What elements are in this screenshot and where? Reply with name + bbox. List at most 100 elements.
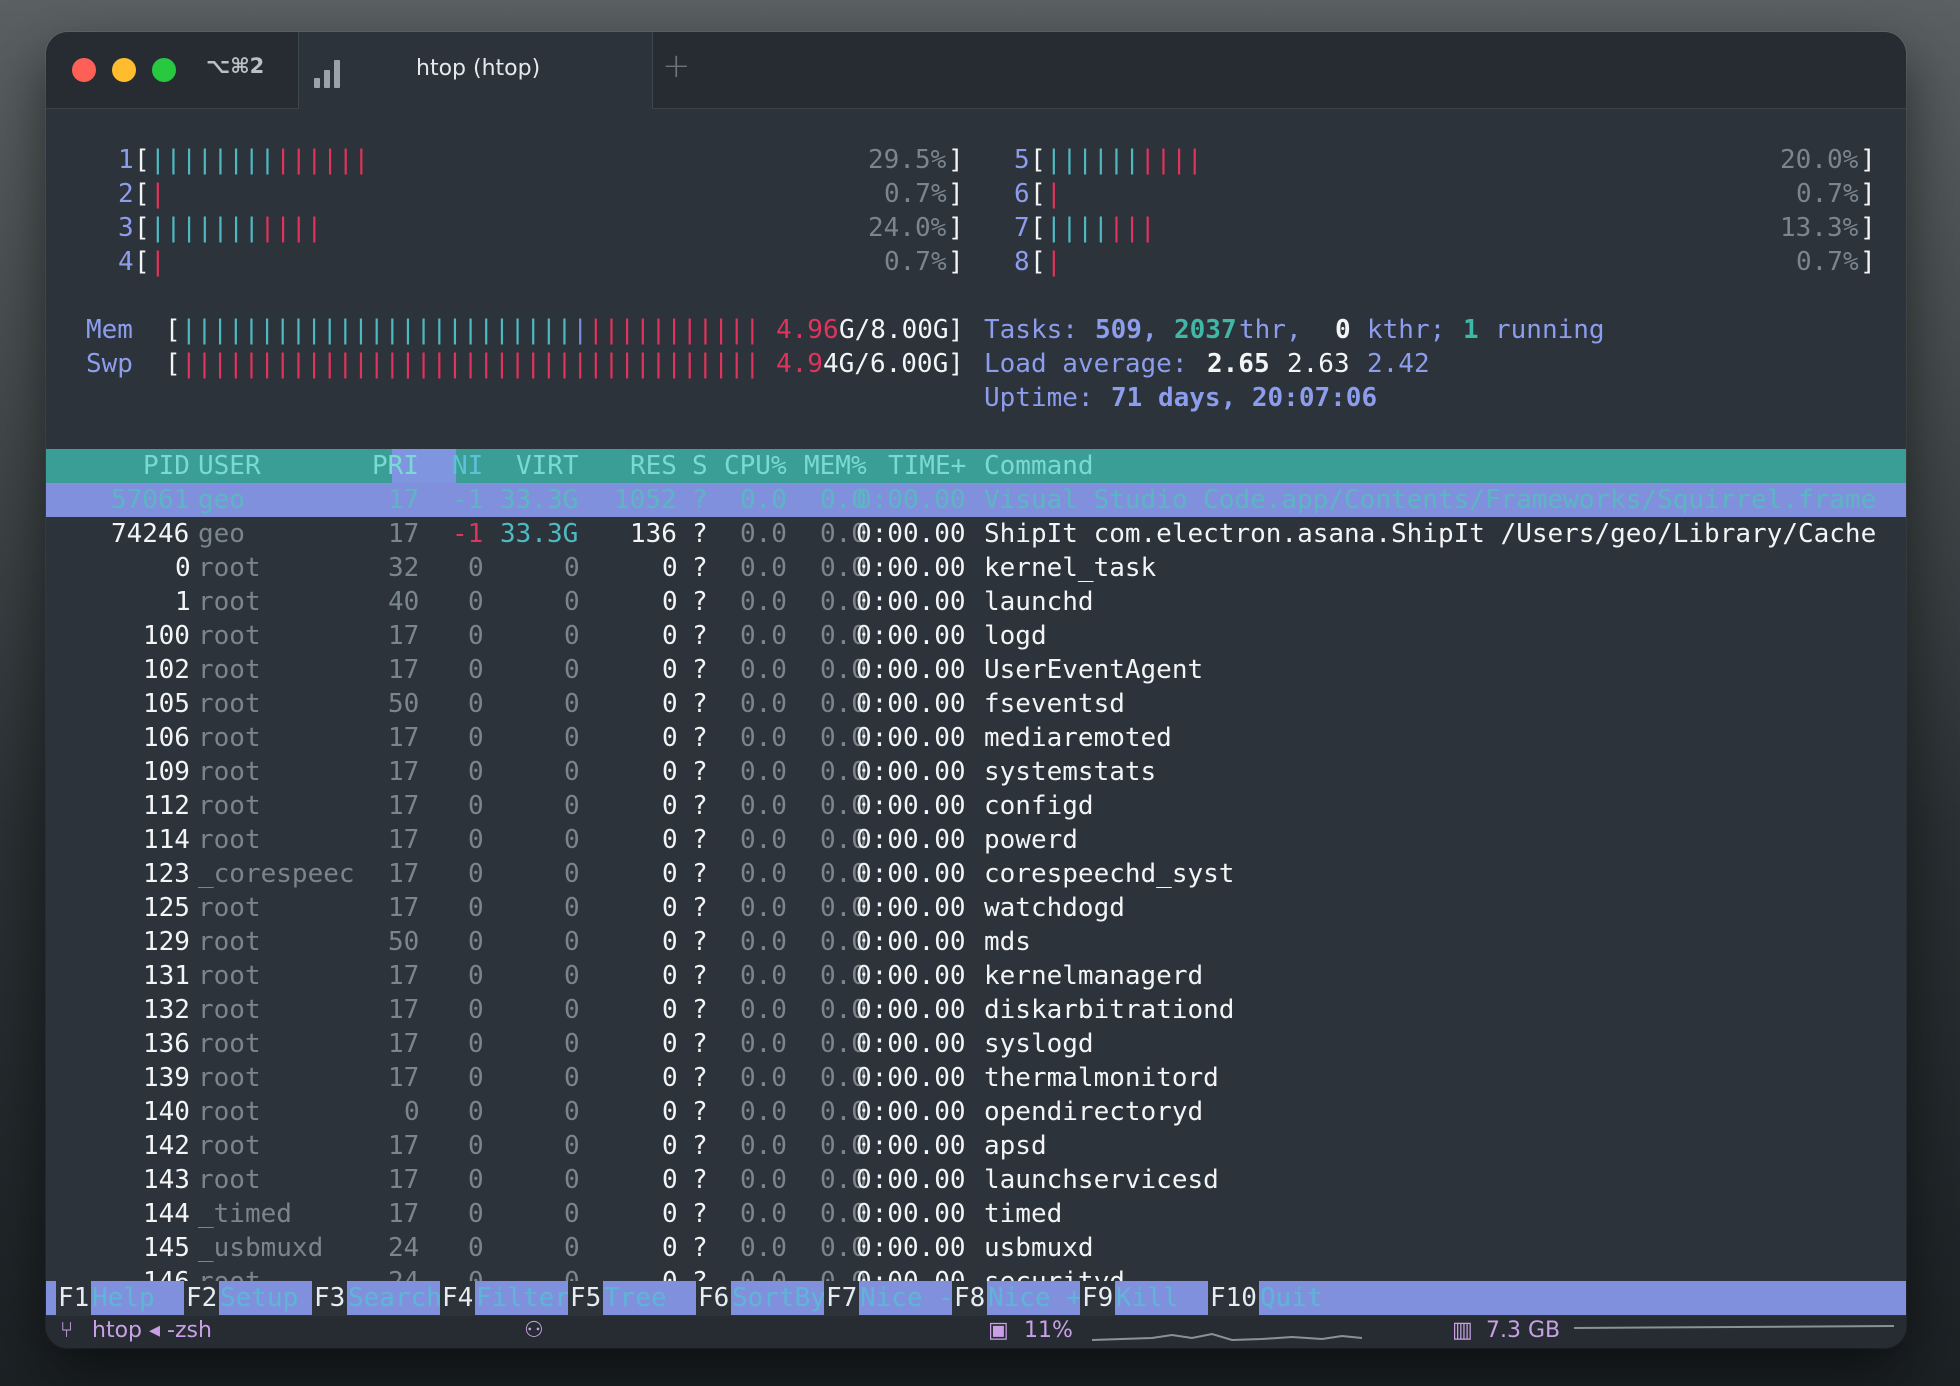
fkey-label-f6[interactable]: SortBy bbox=[732, 1281, 826, 1315]
process-row[interactable]: 102 root 17 0 0 0? 0.0 0.0 0:00.00 UserEventAgent bbox=[46, 653, 1906, 687]
fkey-label-f5[interactable]: Tree bbox=[604, 1281, 667, 1315]
fkey-label-f4[interactable]: Filter bbox=[476, 1281, 570, 1315]
fkey-f2[interactable]: F2 bbox=[184, 1281, 220, 1315]
process-row[interactable]: 109 root 17 0 0 0? 0.0 0.0 0:00.00 systemstats bbox=[46, 755, 1906, 789]
cell-pid: 112 bbox=[143, 791, 190, 821]
cell-pri: 17 bbox=[388, 1063, 420, 1093]
cell-cpu: 0.0 bbox=[740, 893, 787, 923]
process-row[interactable]: 112 root 17 0 0 0? 0.0 0.0 0:00.00 configd bbox=[46, 789, 1906, 823]
cell-user: root bbox=[198, 1131, 261, 1161]
process-row[interactable]: 139 root 17 0 0 0? 0.0 0.0 0:00.00 thermalmonitor… bbox=[46, 1061, 1906, 1095]
cpu-percent: 11% bbox=[1024, 1318, 1073, 1343]
fkey-label-f10[interactable]: Quit bbox=[1260, 1281, 1323, 1315]
cell-user: geo bbox=[198, 519, 245, 549]
fkey-f7[interactable]: F7 bbox=[824, 1281, 860, 1315]
process-row[interactable]: 144 _timed 17 0 0 0? 0.0 0.0 0:00.00 timed bbox=[46, 1197, 1906, 1231]
cell-pri: 17 bbox=[388, 723, 420, 753]
cell-res: 0 bbox=[662, 927, 678, 957]
fkey-label-f8[interactable]: Nice + bbox=[988, 1281, 1082, 1315]
cpu-sparkline bbox=[1092, 1332, 1362, 1342]
fkey-f6[interactable]: F6 bbox=[696, 1281, 732, 1315]
process-row[interactable]: 129 root 50 0 0 0? 0.0 0.0 0:00.00 mds bbox=[46, 925, 1906, 959]
column-header-s[interactable]: S bbox=[692, 449, 708, 483]
cell-pid: 139 bbox=[143, 1063, 190, 1093]
cell-command: opendirectoryd bbox=[984, 1097, 1204, 1127]
new-tab-button[interactable]: + bbox=[662, 46, 691, 86]
cell-ni: 0 bbox=[468, 1233, 484, 1263]
cell-cpu: 0.0 bbox=[740, 723, 787, 753]
process-row[interactable]: 143 root 17 0 0 0? 0.0 0.0 0:00.00 launchservices… bbox=[46, 1163, 1906, 1197]
cell-ni: 0 bbox=[468, 1097, 484, 1127]
process-row[interactable]: 105 root 50 0 0 0? 0.0 0.0 0:00.00 fseventsd bbox=[46, 687, 1906, 721]
close-window-button[interactable] bbox=[72, 58, 96, 82]
cell-virt: 0 bbox=[564, 859, 580, 889]
column-header-pri[interactable]: PRI bbox=[372, 449, 419, 483]
process-row[interactable]: 145 _usbmuxd 24 0 0 0? 0.0 0.0 0:00.00 usbmuxd bbox=[46, 1231, 1906, 1265]
cell-cpu: 0.0 bbox=[740, 1097, 787, 1127]
cell-command: configd bbox=[984, 791, 1094, 821]
process-row[interactable]: 125 root 17 0 0 0? 0.0 0.0 0:00.00 watchdogd bbox=[46, 891, 1906, 925]
cell-virt: 0 bbox=[564, 825, 580, 855]
meter-bars: | bbox=[1046, 247, 1062, 277]
cell-s: ? bbox=[692, 1097, 708, 1127]
process-row[interactable]: 123 _corespeec 17 0 0 0? 0.0 0.0 0:00.00 corespee… bbox=[46, 857, 1906, 891]
fkey-f10[interactable]: F10 bbox=[1208, 1281, 1259, 1315]
process-row[interactable]: 131 root 17 0 0 0? 0.0 0.0 0:00.00 kernelmanagerd bbox=[46, 959, 1906, 993]
cell-virt: 0 bbox=[564, 587, 580, 617]
column-header-cpu[interactable]: CPU% bbox=[724, 449, 787, 483]
cell-command: usbmuxd bbox=[984, 1233, 1094, 1263]
cell-virt: 0 bbox=[564, 893, 580, 923]
process-row[interactable]: 1 root 40 0 0 0? 0.0 0.0 0:00.00 launchd bbox=[46, 585, 1906, 619]
column-header-time[interactable]: TIME+ bbox=[888, 449, 966, 483]
fkey-f4[interactable]: F4 bbox=[440, 1281, 476, 1315]
process-row[interactable]: 142 root 17 0 0 0? 0.0 0.0 0:00.00 apsd bbox=[46, 1129, 1906, 1163]
cell-time: 0:00.00 bbox=[856, 723, 966, 753]
column-header-ni[interactable]: NI bbox=[452, 449, 483, 483]
fkey-f8[interactable]: F8 bbox=[952, 1281, 988, 1315]
process-row[interactable]: 74246 geo 17 -1 33.3G 136? 0.0 0.0 0:00.00 ShipIt… bbox=[46, 517, 1906, 551]
column-header-res[interactable]: RES bbox=[630, 449, 677, 483]
cell-user: root bbox=[198, 893, 261, 923]
process-row[interactable]: 114 root 17 0 0 0? 0.0 0.0 0:00.00 powerd bbox=[46, 823, 1906, 857]
cell-s: ? bbox=[692, 485, 708, 515]
column-header-command[interactable]: Command bbox=[984, 449, 1094, 483]
terminal-content[interactable]: 1[|||||||||||||| 29.5%] 2[| 0.7%] 3[||||||||… bbox=[46, 110, 1906, 1316]
process-row[interactable]: 106 root 17 0 0 0? 0.0 0.0 0:00.00 mediaremoted bbox=[46, 721, 1906, 755]
process-row[interactable]: 132 root 17 0 0 0? 0.0 0.0 0:00.00 diskarbitratio… bbox=[46, 993, 1906, 1027]
cell-pri: 17 bbox=[388, 893, 420, 923]
fkey-f5[interactable]: F5 bbox=[568, 1281, 604, 1315]
fkey-label-f7[interactable]: Nice - bbox=[860, 1281, 954, 1315]
cell-s: ? bbox=[692, 723, 708, 753]
column-header-virt[interactable]: VIRT bbox=[516, 449, 579, 483]
tab-title[interactable]: htop (htop) bbox=[416, 56, 540, 81]
cell-ni: 0 bbox=[468, 791, 484, 821]
fkey-label-f9[interactable]: Kill bbox=[1116, 1281, 1179, 1315]
column-header-pid[interactable]: PID bbox=[143, 449, 190, 483]
process-row[interactable]: 0 root 32 0 0 0? 0.0 0.0 0:00.00 kernel_task bbox=[46, 551, 1906, 585]
function-key-bar: F1 Help F2 Setup F3 Search F4 Filter F5 Tree F6 Sor… bbox=[46, 1281, 1906, 1315]
fkey-f3[interactable]: F3 bbox=[312, 1281, 348, 1315]
process-row[interactable]: 100 root 17 0 0 0? 0.0 0.0 0:00.00 logd bbox=[46, 619, 1906, 653]
cell-time: 0:00.00 bbox=[856, 757, 966, 787]
cell-cpu: 0.0 bbox=[740, 1063, 787, 1093]
cell-user: root bbox=[198, 757, 261, 787]
fkey-f1[interactable]: F1 bbox=[56, 1281, 92, 1315]
bar-chart-icon bbox=[314, 58, 344, 88]
cell-res: 0 bbox=[662, 1199, 678, 1229]
zoom-window-button[interactable] bbox=[152, 58, 176, 82]
fkey-label-f2[interactable]: Setup bbox=[220, 1281, 298, 1315]
fkey-f9[interactable]: F9 bbox=[1080, 1281, 1116, 1315]
fkey-label-f1[interactable]: Help bbox=[92, 1281, 155, 1315]
cell-ni: 0 bbox=[468, 927, 484, 957]
cell-command: diskarbitrationd bbox=[984, 995, 1235, 1025]
process-row[interactable]: 140 root 0 0 0 0? 0.0 0.0 0:00.00 opendirectoryd bbox=[46, 1095, 1906, 1129]
fkey-label-f3[interactable]: Search bbox=[348, 1281, 442, 1315]
selected-process-row[interactable]: 57061 geo 17 -1 33.3G 1052? 0.0 0.0 0:00.00 Visua… bbox=[46, 483, 1906, 517]
minimize-window-button[interactable] bbox=[112, 58, 136, 82]
cell-user: root bbox=[198, 655, 261, 685]
process-row[interactable]: 136 root 17 0 0 0? 0.0 0.0 0:00.00 syslogd bbox=[46, 1027, 1906, 1061]
cell-s: ? bbox=[692, 1131, 708, 1161]
cell-virt: 0 bbox=[564, 927, 580, 957]
column-header-user[interactable]: USER bbox=[198, 449, 261, 483]
column-header-mem[interactable]: MEM% bbox=[804, 449, 867, 483]
